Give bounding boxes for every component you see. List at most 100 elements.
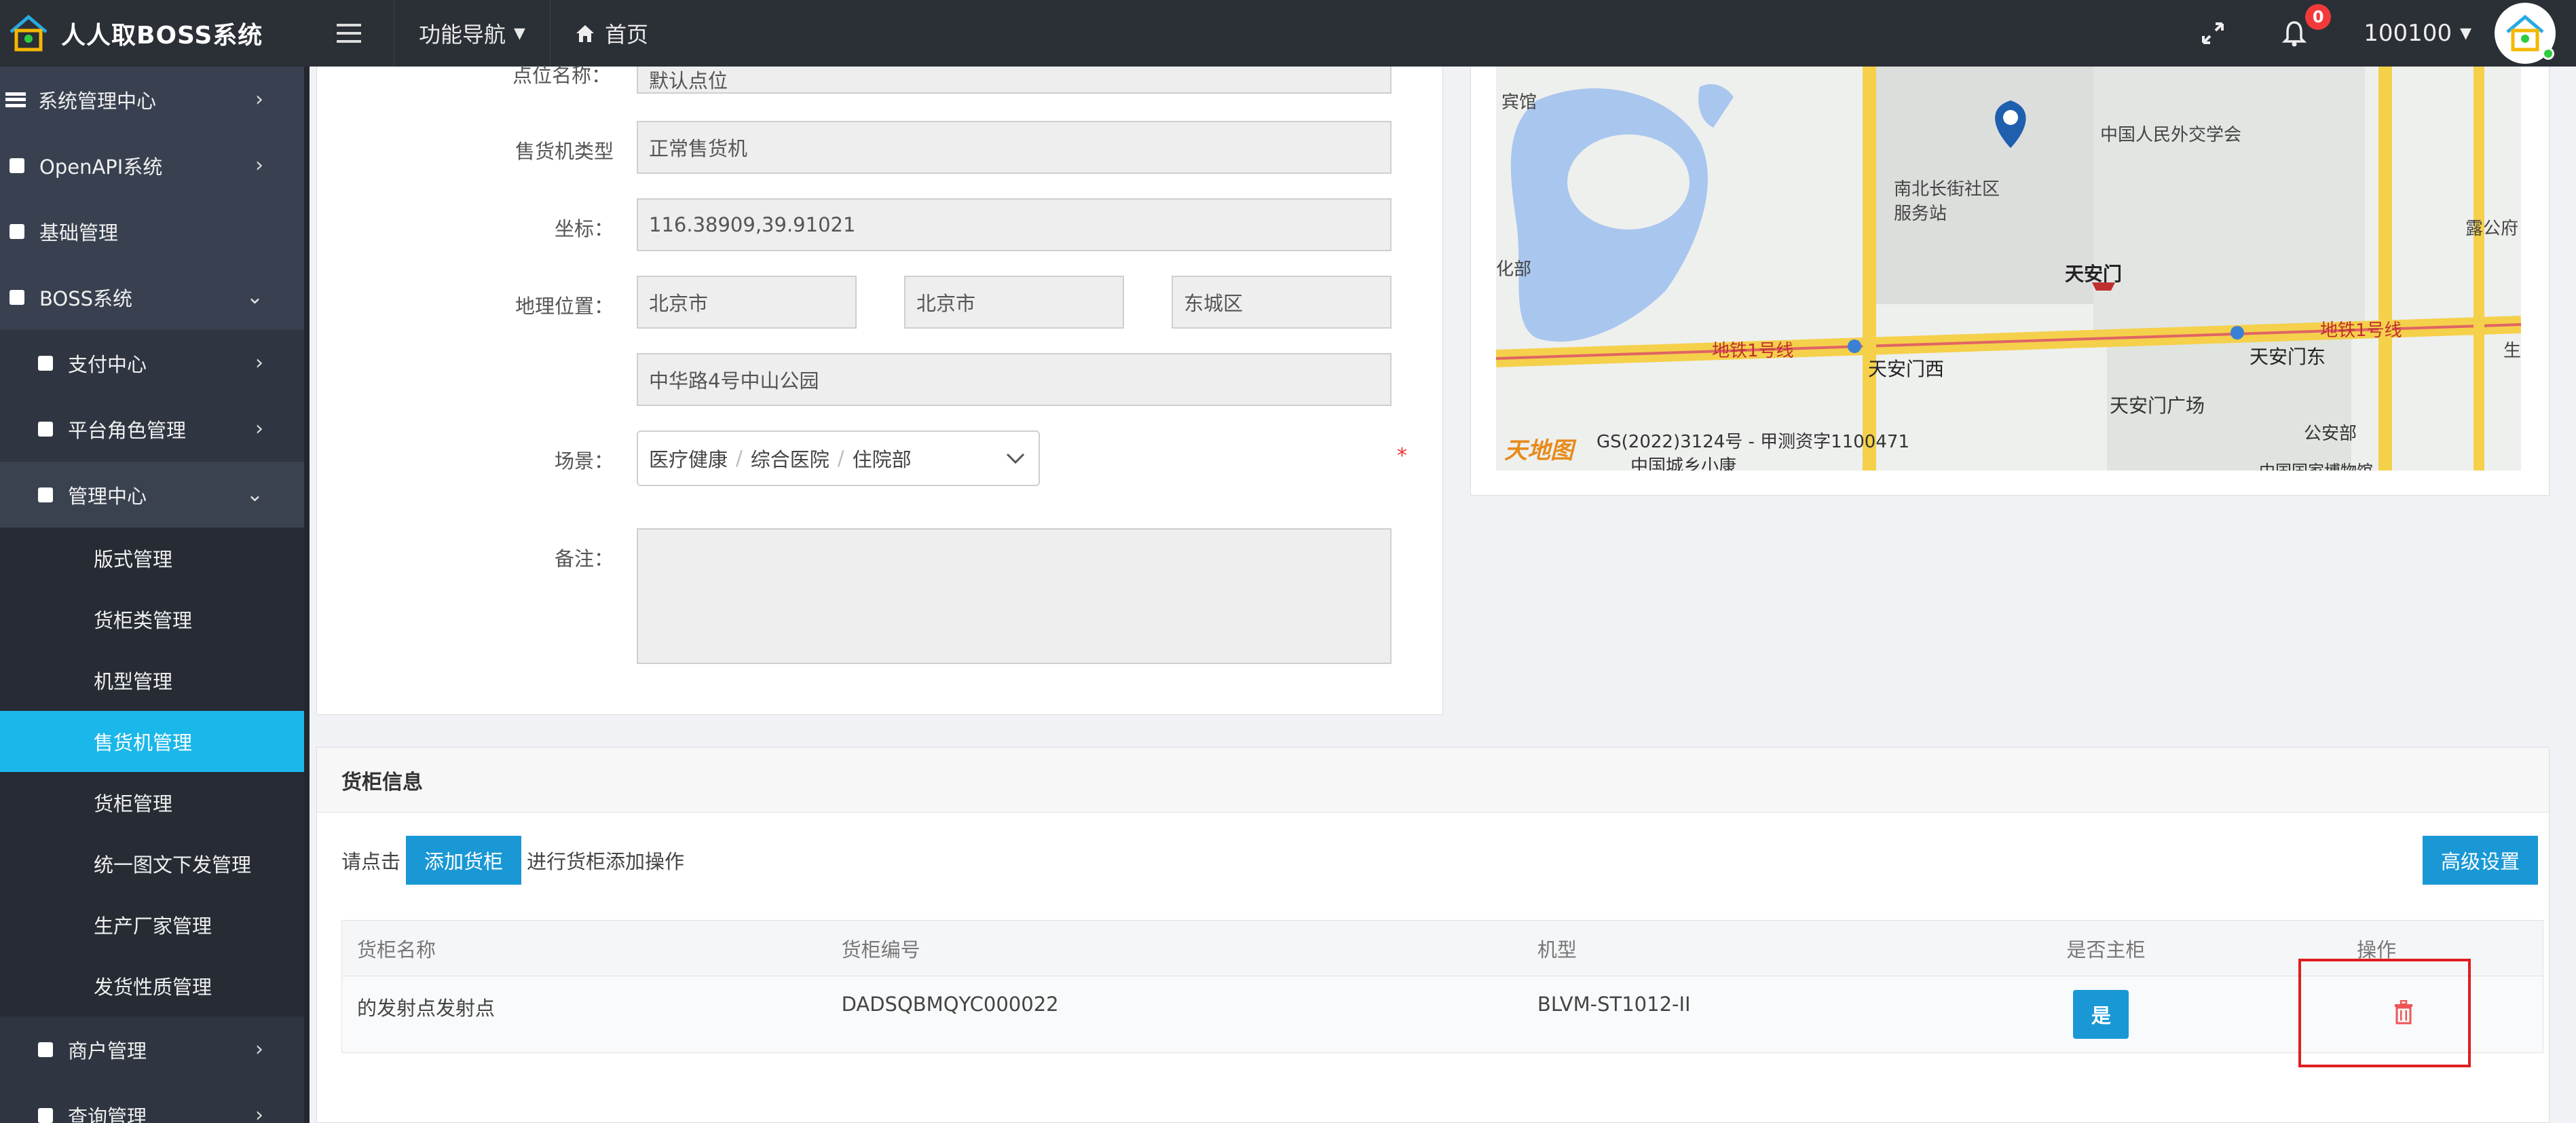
sidebar-item-label: 售货机管理 <box>94 731 193 754</box>
hint-prefix: 请点击 <box>341 850 401 873</box>
chevron-right-icon: › <box>255 417 263 441</box>
required-mark: * <box>1397 444 1407 468</box>
machine-type-label: 售货机类型 <box>515 140 614 163</box>
top-bar: 人人取BOSS系统 功能导航 ▼ 首页 0 100100 ▼ <box>0 0 2576 67</box>
sidebar-item-openapi[interactable]: OpenAPI系统 › <box>0 132 304 198</box>
scene-level-3: 住院部 <box>852 448 912 471</box>
district-field[interactable]: 东城区 <box>1172 276 1392 329</box>
map-label-service: 南北长街社区 <box>1894 179 2000 200</box>
notification-button[interactable]: 0 <box>2248 0 2340 67</box>
scene-level-2: 综合医院 <box>750 448 829 471</box>
chevron-down-icon: ⌄ <box>246 285 263 309</box>
sidebar-item-label: 商户管理 <box>68 1039 147 1063</box>
map-label-east: 天安门东 <box>2250 346 2326 368</box>
sidebar-item-management[interactable]: 管理中心 ⌄ <box>0 462 304 528</box>
sidebar-item-unified-media[interactable]: 统一图文下发管理 <box>0 833 304 894</box>
scene-select[interactable]: 医疗健康 / 综合医院 / 住院部 <box>637 430 1040 486</box>
sidebar-item-label: 发货性质管理 <box>94 976 212 999</box>
delete-highlight-box <box>2298 959 2471 1067</box>
is-main-button[interactable]: 是 <box>2073 990 2129 1039</box>
sidebar-item-label: 版式管理 <box>94 548 173 571</box>
sidebar-item-label: 机型管理 <box>94 670 173 693</box>
map-label-service2: 服务站 <box>1894 204 1947 224</box>
column-header-code: 货柜编号 <box>841 938 920 961</box>
sidebar-item-cabinet[interactable]: 货柜管理 <box>0 772 304 833</box>
map-label-square: 天安门广场 <box>2110 394 2205 417</box>
sidebar-item-manufacturer[interactable]: 生产厂家管理 <box>0 894 304 955</box>
avatar[interactable] <box>2495 3 2556 64</box>
sidebar-item-label: 平台角色管理 <box>68 418 187 442</box>
sidebar-item-label: 生产厂家管理 <box>94 915 212 938</box>
sidebar-item-model[interactable]: 机型管理 <box>0 650 304 711</box>
menu-toggle-button[interactable] <box>304 0 394 67</box>
machine-type-field[interactable]: 正常售货机 <box>637 121 1392 174</box>
sidebar-item-layout[interactable]: 版式管理 <box>0 528 304 589</box>
map-label-culture: 化部 <box>1496 259 1532 280</box>
address-field[interactable]: 中华路4号中山公园 <box>637 353 1392 406</box>
chevron-right-icon: › <box>255 1037 263 1061</box>
remark-label: 备注： <box>554 547 614 570</box>
sidebar-item-cabinet-type[interactable]: 货柜类管理 <box>0 589 304 650</box>
table-header: 货柜名称 货柜编号 机型 是否主柜 操作 <box>342 921 2543 976</box>
chevron-right-icon: › <box>255 1103 263 1123</box>
sidebar-item-label: OpenAPI系统 <box>39 155 163 179</box>
map-view[interactable]: 宾馆 中国人民外交学会 南北长街社区 服务站 露公府 化部 天安门 地铁1号线 … <box>1496 67 2521 471</box>
list-icon <box>5 92 26 107</box>
checkbox-icon <box>38 421 53 437</box>
function-nav-dropdown[interactable]: 功能导航 ▼ <box>394 0 550 67</box>
cabinet-table: 货柜名称 货柜编号 机型 是否主柜 操作 的发射点发射点 DADSQBMQYC0… <box>341 920 2543 1053</box>
bell-icon <box>2282 21 2307 47</box>
map-label-police: 公安部 <box>2304 424 2357 444</box>
home-label: 首页 <box>604 22 648 48</box>
brand[interactable]: 人人取BOSS系统 <box>0 0 304 67</box>
caret-down-icon: ▼ <box>514 24 525 42</box>
sidebar-item-label: 支付中心 <box>68 352 147 376</box>
map-brand: 天地图 <box>1504 437 1573 464</box>
caret-down-icon: ▼ <box>2460 24 2471 42</box>
cell-code: DADSQBMQYC000022 <box>841 993 1059 1016</box>
map-label-hotel: 宾馆 <box>1501 92 1537 113</box>
sidebar-item-delivery-type[interactable]: 发货性质管理 <box>0 955 304 1016</box>
fullscreen-button[interactable] <box>2178 0 2248 67</box>
point-name-field[interactable]: 默认点位 <box>637 67 1392 94</box>
sidebar-item-label: 统一图文下发管理 <box>94 853 252 877</box>
sidebar-item-basic[interactable]: 基础管理 <box>0 198 304 264</box>
cell-model: BLVM-ST1012-II <box>1537 993 1691 1016</box>
user-menu[interactable]: 100100 ▼ <box>2340 0 2495 67</box>
sidebar-item-payment[interactable]: 支付中心 › <box>0 330 304 396</box>
map-label-west: 天安门西 <box>1868 358 1945 380</box>
sidebar-item-query[interactable]: 查询管理 › <box>0 1082 304 1123</box>
scene-level-1: 医疗健康 <box>649 448 728 471</box>
sidebar-item-vending-machine[interactable]: 售货机管理 <box>0 711 304 772</box>
checkbox-icon <box>10 223 24 239</box>
advanced-settings-button[interactable]: 高级设置 <box>2423 836 2538 885</box>
map-label-line1-right: 地铁1号线 <box>2320 320 2402 341</box>
checkbox-icon <box>38 487 53 502</box>
cell-name: 的发射点发射点 <box>357 997 496 1020</box>
scene-separator: / <box>736 447 743 470</box>
sidebar-item-boss[interactable]: BOSS系统 ⌄ <box>0 264 304 330</box>
map-label-village: 中国城乡小康 <box>1630 456 1737 471</box>
home-link[interactable]: 首页 <box>549 0 673 67</box>
sidebar-item-system-center[interactable]: 系统管理中心 › <box>0 67 304 132</box>
coord-field[interactable]: 116.38909,39.91021 <box>637 198 1392 251</box>
hint-suffix: 进行货柜添加操作 <box>527 850 685 873</box>
remark-textarea[interactable] <box>637 528 1392 664</box>
checkbox-icon <box>10 289 24 305</box>
sidebar: 系统管理中心 › OpenAPI系统 › 基础管理 BOSS系统 ⌄ 支付中心 … <box>0 67 304 1123</box>
sidebar-item-merchant[interactable]: 商户管理 › <box>0 1016 304 1082</box>
map-label-line1-left: 地铁1号线 <box>1712 341 1794 361</box>
checkbox-icon <box>38 355 53 371</box>
sidebar-item-platform-roles[interactable]: 平台角色管理 › <box>0 396 304 462</box>
coord-label: 坐标： <box>554 217 614 240</box>
map-label-diplomacy: 中国人民外交学会 <box>2100 125 2242 145</box>
notification-count-badge: 0 <box>2305 4 2332 30</box>
table-row: 的发射点发射点 DADSQBMQYC000022 BLVM-ST1012-II … <box>342 976 2543 1052</box>
chevron-down-icon: ⌄ <box>246 483 263 507</box>
chevron-right-icon: › <box>255 153 263 177</box>
province-field[interactable]: 北京市 <box>637 276 857 329</box>
map-copyright: GS(2022)3124号 - 甲测资字1100471 <box>1597 432 1909 452</box>
add-cabinet-button[interactable]: 添加货柜 <box>406 836 522 885</box>
user-id: 100100 <box>2364 20 2452 47</box>
city-field[interactable]: 北京市 <box>904 276 1124 329</box>
